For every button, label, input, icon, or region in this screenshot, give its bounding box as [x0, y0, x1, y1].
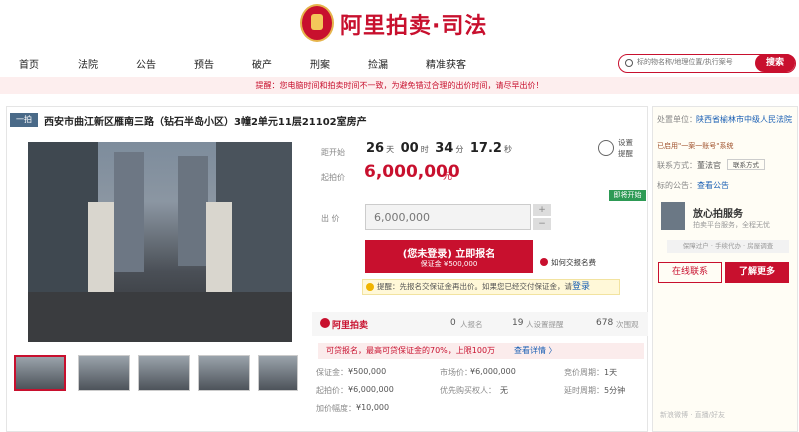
brand-logo[interactable]: 阿里拍卖·司法 — [340, 8, 487, 40]
loan-promo: 可贷报名，最高可贷保证金的70%，上限100万 查看详情 〉 — [318, 343, 644, 359]
deposit-help-link[interactable]: 如何交报名费 — [551, 257, 596, 268]
unit-label: 处置单位： — [657, 115, 697, 124]
detail-value: ¥500,000 — [348, 367, 387, 376]
detail-label: 市场价： — [440, 368, 472, 377]
property-photo[interactable] — [28, 142, 292, 342]
online-contact-button[interactable]: 在线联系 — [658, 262, 722, 283]
nav-criminal[interactable]: 刑案 — [310, 56, 330, 71]
view-label: 次围观 — [616, 320, 639, 329]
countdown: 26 天 00 时 34 分 17.2 秒 — [366, 141, 512, 156]
detail-label: 加价幅度： — [316, 404, 356, 413]
notice-label: 标的公告： — [657, 181, 697, 190]
court-emblem-icon — [300, 4, 334, 42]
start-price-label: 起拍价 — [321, 173, 345, 182]
nav-home[interactable]: 首页 — [19, 56, 39, 71]
service-subtitle: 拍卖平台服务，全程无忧 — [693, 221, 770, 229]
register-button[interactable]: (您未登录) 立即报名 保证金 ¥500,000 — [365, 240, 533, 273]
status-badge: 即将开始 — [609, 190, 646, 201]
view-count: 678 — [596, 318, 614, 328]
detail-label: 起拍价： — [316, 386, 348, 395]
search-icon — [625, 59, 633, 67]
bid-input[interactable]: 6,000,000 — [365, 204, 531, 230]
court-link[interactable]: 陕西省榆林市中级人民法院 — [696, 114, 792, 126]
nav-announcement[interactable]: 公告 — [136, 56, 156, 71]
detail-value: ¥6,000,000 — [348, 385, 394, 394]
reminder-count: 19 — [512, 318, 524, 328]
contact-button[interactable]: 联系方式 — [727, 159, 765, 170]
thumbnail-2[interactable] — [78, 355, 130, 391]
bid-label: 出 价 — [321, 214, 340, 223]
certified-badge: 已启用"一案一账号"系统 — [657, 142, 734, 150]
stats-bar: 阿里拍卖 0 人报名 19 人设置提醒 678 次围观 — [312, 312, 648, 336]
thumbnail-5[interactable] — [258, 355, 298, 391]
bulb-icon — [366, 283, 374, 291]
detail-label: 延时周期： — [564, 386, 604, 395]
nav-precise-leads[interactable]: 精准获客 — [426, 56, 466, 71]
login-link[interactable]: 登录 — [572, 282, 590, 292]
countdown-label: 距开始 — [321, 148, 345, 157]
thumbnail-4[interactable] — [198, 355, 250, 391]
nav-preview[interactable]: 预告 — [194, 56, 214, 71]
bid-decrease-button[interactable]: − — [533, 218, 551, 230]
nav-court[interactable]: 法院 — [78, 56, 98, 71]
login-tip: 提醒：先报名交保证金再出价。如果您已经交付保证金，请登录 — [362, 279, 620, 295]
detail-value: ¥10,000 — [356, 403, 390, 412]
time-notice: 提醒：您电脑时间和拍卖时间不一致，为避免错过合理的出价时间，请尽早出价！ — [0, 77, 799, 94]
ali-auction-logo-icon — [320, 318, 330, 328]
info-icon — [540, 258, 548, 266]
header: 阿里拍卖·司法 — [0, 0, 799, 48]
search-button[interactable]: 搜索 — [755, 54, 795, 72]
search-input[interactable] — [637, 58, 757, 66]
service-title: 放心拍服务 — [693, 209, 743, 220]
bid-increase-button[interactable]: + — [533, 204, 551, 216]
thumbnail-1[interactable] — [14, 355, 66, 391]
loan-details-link[interactable]: 查看详情 〉 — [514, 343, 557, 359]
service-tags: 保障过户 · 手续代办 · 房屋调查 — [667, 240, 789, 253]
nav-bargain[interactable]: 捡漏 — [368, 56, 388, 71]
search-box: 搜索 — [618, 54, 796, 73]
share-footer: 新浪微博 · 直播/好友 — [660, 411, 726, 419]
contact-label: 联系方式： — [657, 161, 697, 170]
detail-value: 无 — [500, 386, 508, 395]
detail-label: 优先购买权人： — [440, 386, 496, 395]
clock-icon[interactable] — [598, 140, 614, 156]
price-unit: 元 — [443, 172, 453, 182]
contact-value: 董法官 — [697, 161, 721, 170]
notice-link[interactable]: 查看公告 — [697, 180, 729, 191]
round-badge: 一拍 — [10, 113, 38, 127]
nav-bankruptcy[interactable]: 破产 — [252, 56, 272, 71]
detail-value: 5分钟 — [604, 386, 626, 395]
detail-value: ¥6,000,000 — [470, 367, 516, 376]
applicant-label: 人报名 — [460, 320, 483, 329]
thumbnail-3[interactable] — [138, 355, 190, 391]
set-reminder[interactable]: 设置提醒 — [618, 137, 638, 159]
reminder-label: 人设置提醒 — [526, 320, 564, 329]
item-title: 西安市曲江新区雁南三路（钻石半岛小区）3幢2单元11层21102室房产 — [44, 117, 367, 128]
detail-label: 保证金： — [316, 368, 348, 377]
detail-value: 1天 — [604, 368, 618, 377]
applicant-count: 0 — [450, 318, 456, 328]
building-icon — [661, 202, 685, 230]
ali-auction-logo: 阿里拍卖 — [332, 321, 369, 331]
detail-label: 竞价周期： — [564, 368, 604, 377]
learn-more-button[interactable]: 了解更多 — [725, 262, 789, 283]
